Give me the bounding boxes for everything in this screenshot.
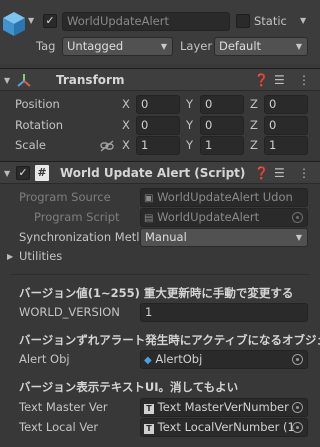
object-picker-icon[interactable] xyxy=(292,212,303,223)
position-y-field[interactable]: 0 xyxy=(200,95,244,114)
script-component-header[interactable]: ▼ ✓ # World Update Alert (Script) ❓ ☰ ⋮ xyxy=(0,161,320,184)
expand-arrow-icon[interactable]: ▼ xyxy=(4,69,10,92)
scale-z-axis-label[interactable]: Z xyxy=(250,136,258,155)
object-picker-icon[interactable] xyxy=(292,402,303,413)
udon-asset-icon: ▣ xyxy=(144,193,154,204)
scale-y-axis-label[interactable]: Y xyxy=(186,136,193,155)
help-icon[interactable]: ❓ xyxy=(254,162,269,185)
position-label: Position xyxy=(15,97,60,111)
object-picker-icon[interactable] xyxy=(292,354,303,365)
scale-x-field[interactable]: 1 xyxy=(136,136,180,155)
text-component-icon: T xyxy=(144,404,154,414)
chevron-down-icon: ▼ xyxy=(295,233,302,242)
divider xyxy=(10,274,310,275)
rotation-y-field[interactable]: 0 xyxy=(200,116,244,135)
rotation-x-field[interactable]: 0 xyxy=(136,116,180,135)
transform-title: Transform xyxy=(56,73,125,87)
gameobject-cube-icon: ◆ xyxy=(144,355,152,366)
text-master-value: Text MasterVerNumber xyxy=(157,400,289,414)
position-y-axis-label[interactable]: Y xyxy=(186,95,193,114)
sync-method-label: Synchronization Metl xyxy=(19,230,139,244)
rotation-z-axis-label[interactable]: Z xyxy=(250,116,258,135)
static-checkbox[interactable] xyxy=(236,14,250,28)
position-z-axis-label[interactable]: Z xyxy=(250,95,258,114)
script-file-icon: ▤ xyxy=(144,213,154,224)
world-version-field[interactable]: 1 xyxy=(140,303,308,322)
expand-arrow-icon[interactable]: ▼ xyxy=(4,162,10,185)
scale-y-field[interactable]: 1 xyxy=(200,136,244,155)
more-options-icon[interactable]: ⋮ xyxy=(298,162,310,185)
utilities-foldout[interactable]: Utilities xyxy=(19,247,62,266)
scale-label: Scale xyxy=(15,138,46,152)
scale-z-field[interactable]: 1 xyxy=(264,136,308,155)
position-z-field[interactable]: 0 xyxy=(264,95,308,114)
text-master-field[interactable]: T Text MasterVerNumber xyxy=(140,398,308,417)
dropdown-chevron-icon[interactable]: ▼ xyxy=(28,16,34,25)
program-source-field[interactable]: ▣ WorldUpdateAlert Udon xyxy=(140,188,308,207)
alert-obj-field[interactable]: ◆ AlertObj xyxy=(140,350,308,369)
rotation-y-axis-label[interactable]: Y xyxy=(186,116,193,135)
constrain-proportions-link-icon[interactable] xyxy=(100,140,114,152)
more-options-icon[interactable]: ⋮ xyxy=(298,69,310,92)
rotation-label: Rotation xyxy=(15,118,64,132)
position-x-field[interactable]: 0 xyxy=(136,95,180,114)
tag-label: Tag xyxy=(36,39,56,53)
version-header: バージョン値(1~255) 重大更新時に手動で変更する xyxy=(19,286,294,300)
text-ui-header: バージョン表示テキストUI。消してもよい xyxy=(19,380,239,394)
program-script-field[interactable]: ▤ WorldUpdateAlert xyxy=(140,208,308,227)
text-master-label: Text Master Ver xyxy=(19,400,108,414)
text-local-value: Text LocalVerNumber (1 xyxy=(157,420,295,434)
scale-x-axis-label[interactable]: X xyxy=(122,136,130,155)
utilities-foldout-arrow-icon[interactable]: ▶ xyxy=(7,252,13,261)
static-dropdown-icon[interactable]: ▼ xyxy=(300,16,306,25)
chevron-down-icon: ▼ xyxy=(295,42,302,51)
sync-method-value: Manual xyxy=(145,230,187,244)
transform-header[interactable]: ▼ Transform ❓ ☰ ⋮ xyxy=(0,68,320,91)
active-checkbox[interactable]: ✓ xyxy=(43,14,57,28)
program-source-value: WorldUpdateAlert Udon xyxy=(157,190,293,204)
gameobject-header: ▼ ✓ WorldUpdateAlert Static ▼ Tag Untagg… xyxy=(0,0,320,64)
script-hash-icon: # xyxy=(35,165,49,181)
program-script-value: WorldUpdateAlert xyxy=(157,210,260,224)
alert-obj-label: Alert Obj xyxy=(19,352,70,366)
position-x-axis-label[interactable]: X xyxy=(122,95,130,114)
program-script-label: Program Script xyxy=(34,210,120,224)
sync-method-dropdown[interactable]: Manual ▼ xyxy=(140,228,308,247)
layer-label: Layer xyxy=(180,39,213,53)
gameobject-name-field[interactable]: WorldUpdateAlert xyxy=(62,12,230,31)
object-picker-icon[interactable] xyxy=(292,422,303,433)
tag-value: Untagged xyxy=(67,39,124,53)
alert-obj-value: AlertObj xyxy=(155,352,203,366)
alert-header: バージョンずれアラート発生時にアクティブになるオブジェクト xyxy=(19,333,320,347)
script-title: World Update Alert (Script) xyxy=(60,166,246,180)
text-component-icon: T xyxy=(144,424,154,434)
layer-value: Default xyxy=(219,39,262,53)
world-version-label: WORLD_VERSION xyxy=(19,305,120,319)
tag-dropdown[interactable]: Untagged ▼ xyxy=(62,37,173,56)
program-source-label: Program Source xyxy=(19,190,111,204)
gameobject-cube-icon xyxy=(3,12,25,36)
preset-sliders-icon[interactable]: ☰ xyxy=(274,69,285,92)
rotation-z-field[interactable]: 0 xyxy=(264,116,308,135)
layer-dropdown[interactable]: Default ▼ xyxy=(214,37,308,56)
static-label: Static xyxy=(254,14,287,28)
transform-icon xyxy=(17,74,31,87)
text-local-field[interactable]: T Text LocalVerNumber (1 xyxy=(140,418,308,437)
text-local-label: Text Local Ver xyxy=(19,420,99,434)
chevron-down-icon: ▼ xyxy=(160,42,167,51)
preset-sliders-icon[interactable]: ☰ xyxy=(274,162,285,185)
rotation-x-axis-label[interactable]: X xyxy=(122,116,130,135)
script-enabled-checkbox[interactable]: ✓ xyxy=(16,166,30,180)
help-icon[interactable]: ❓ xyxy=(254,69,269,92)
